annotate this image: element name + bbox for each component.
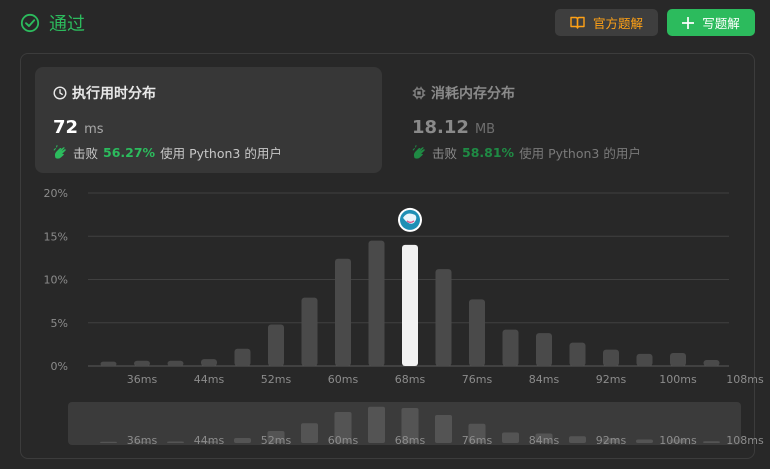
clapping-hands-icon (412, 145, 425, 159)
memory-beats: 击败 58.81% 使用 Python3 的用户 (412, 143, 741, 162)
top-bar: 通过 官方题解 写题解 (0, 0, 770, 46)
runtime-card[interactable]: 执行用时分布 72 ms 击败 56.27% 使用 Python3 的用户 (35, 67, 382, 173)
runtime-unit: ms (84, 122, 104, 137)
memory-card-title: 消耗内存分布 (431, 86, 515, 102)
memory-beats-suffix: 使用 Python3 的用户 (519, 146, 641, 161)
check-circle-icon (20, 13, 40, 33)
memory-card[interactable]: 消耗内存分布 18.12 MB 击败 58.81% 使用 Python3 的用户 (394, 67, 741, 173)
runtime-card-title: 执行用时分布 (72, 86, 156, 102)
runtime-beats-suffix: 使用 Python3 的用户 (160, 146, 282, 161)
result-panel: 执行用时分布 72 ms 击败 56.27% 使用 Python3 的用户 消耗… (20, 53, 755, 459)
clapping-hands-icon (53, 145, 66, 159)
memory-card-header: 消耗内存分布 (412, 83, 741, 103)
memory-beats-percent: 58.81% (462, 145, 515, 160)
runtime-card-header: 执行用时分布 (53, 83, 382, 103)
official-solution-label: 官方题解 (592, 16, 643, 31)
chip-icon (412, 86, 426, 100)
official-solution-button[interactable]: 官方题解 (555, 9, 658, 36)
runtime-beats-percent: 56.27% (103, 145, 156, 160)
book-open-icon (570, 16, 585, 29)
memory-value: 18.12 (412, 117, 469, 138)
write-solution-label: 写题解 (702, 16, 740, 31)
clock-icon (53, 86, 67, 100)
runtime-beats: 击败 56.27% 使用 Python3 的用户 (53, 143, 382, 162)
status: 通过 (20, 10, 85, 36)
status-title: 通过 (49, 14, 85, 35)
runtime-metric: 72 ms (53, 117, 382, 138)
runtime-value: 72 (53, 117, 79, 138)
memory-unit: MB (474, 122, 496, 137)
plus-icon (682, 16, 695, 29)
memory-metric: 18.12 MB (412, 117, 741, 138)
runtime-beats-label: 击败 (73, 146, 99, 161)
memory-beats-label: 击败 (432, 146, 458, 161)
write-solution-button[interactable]: 写题解 (667, 9, 755, 36)
